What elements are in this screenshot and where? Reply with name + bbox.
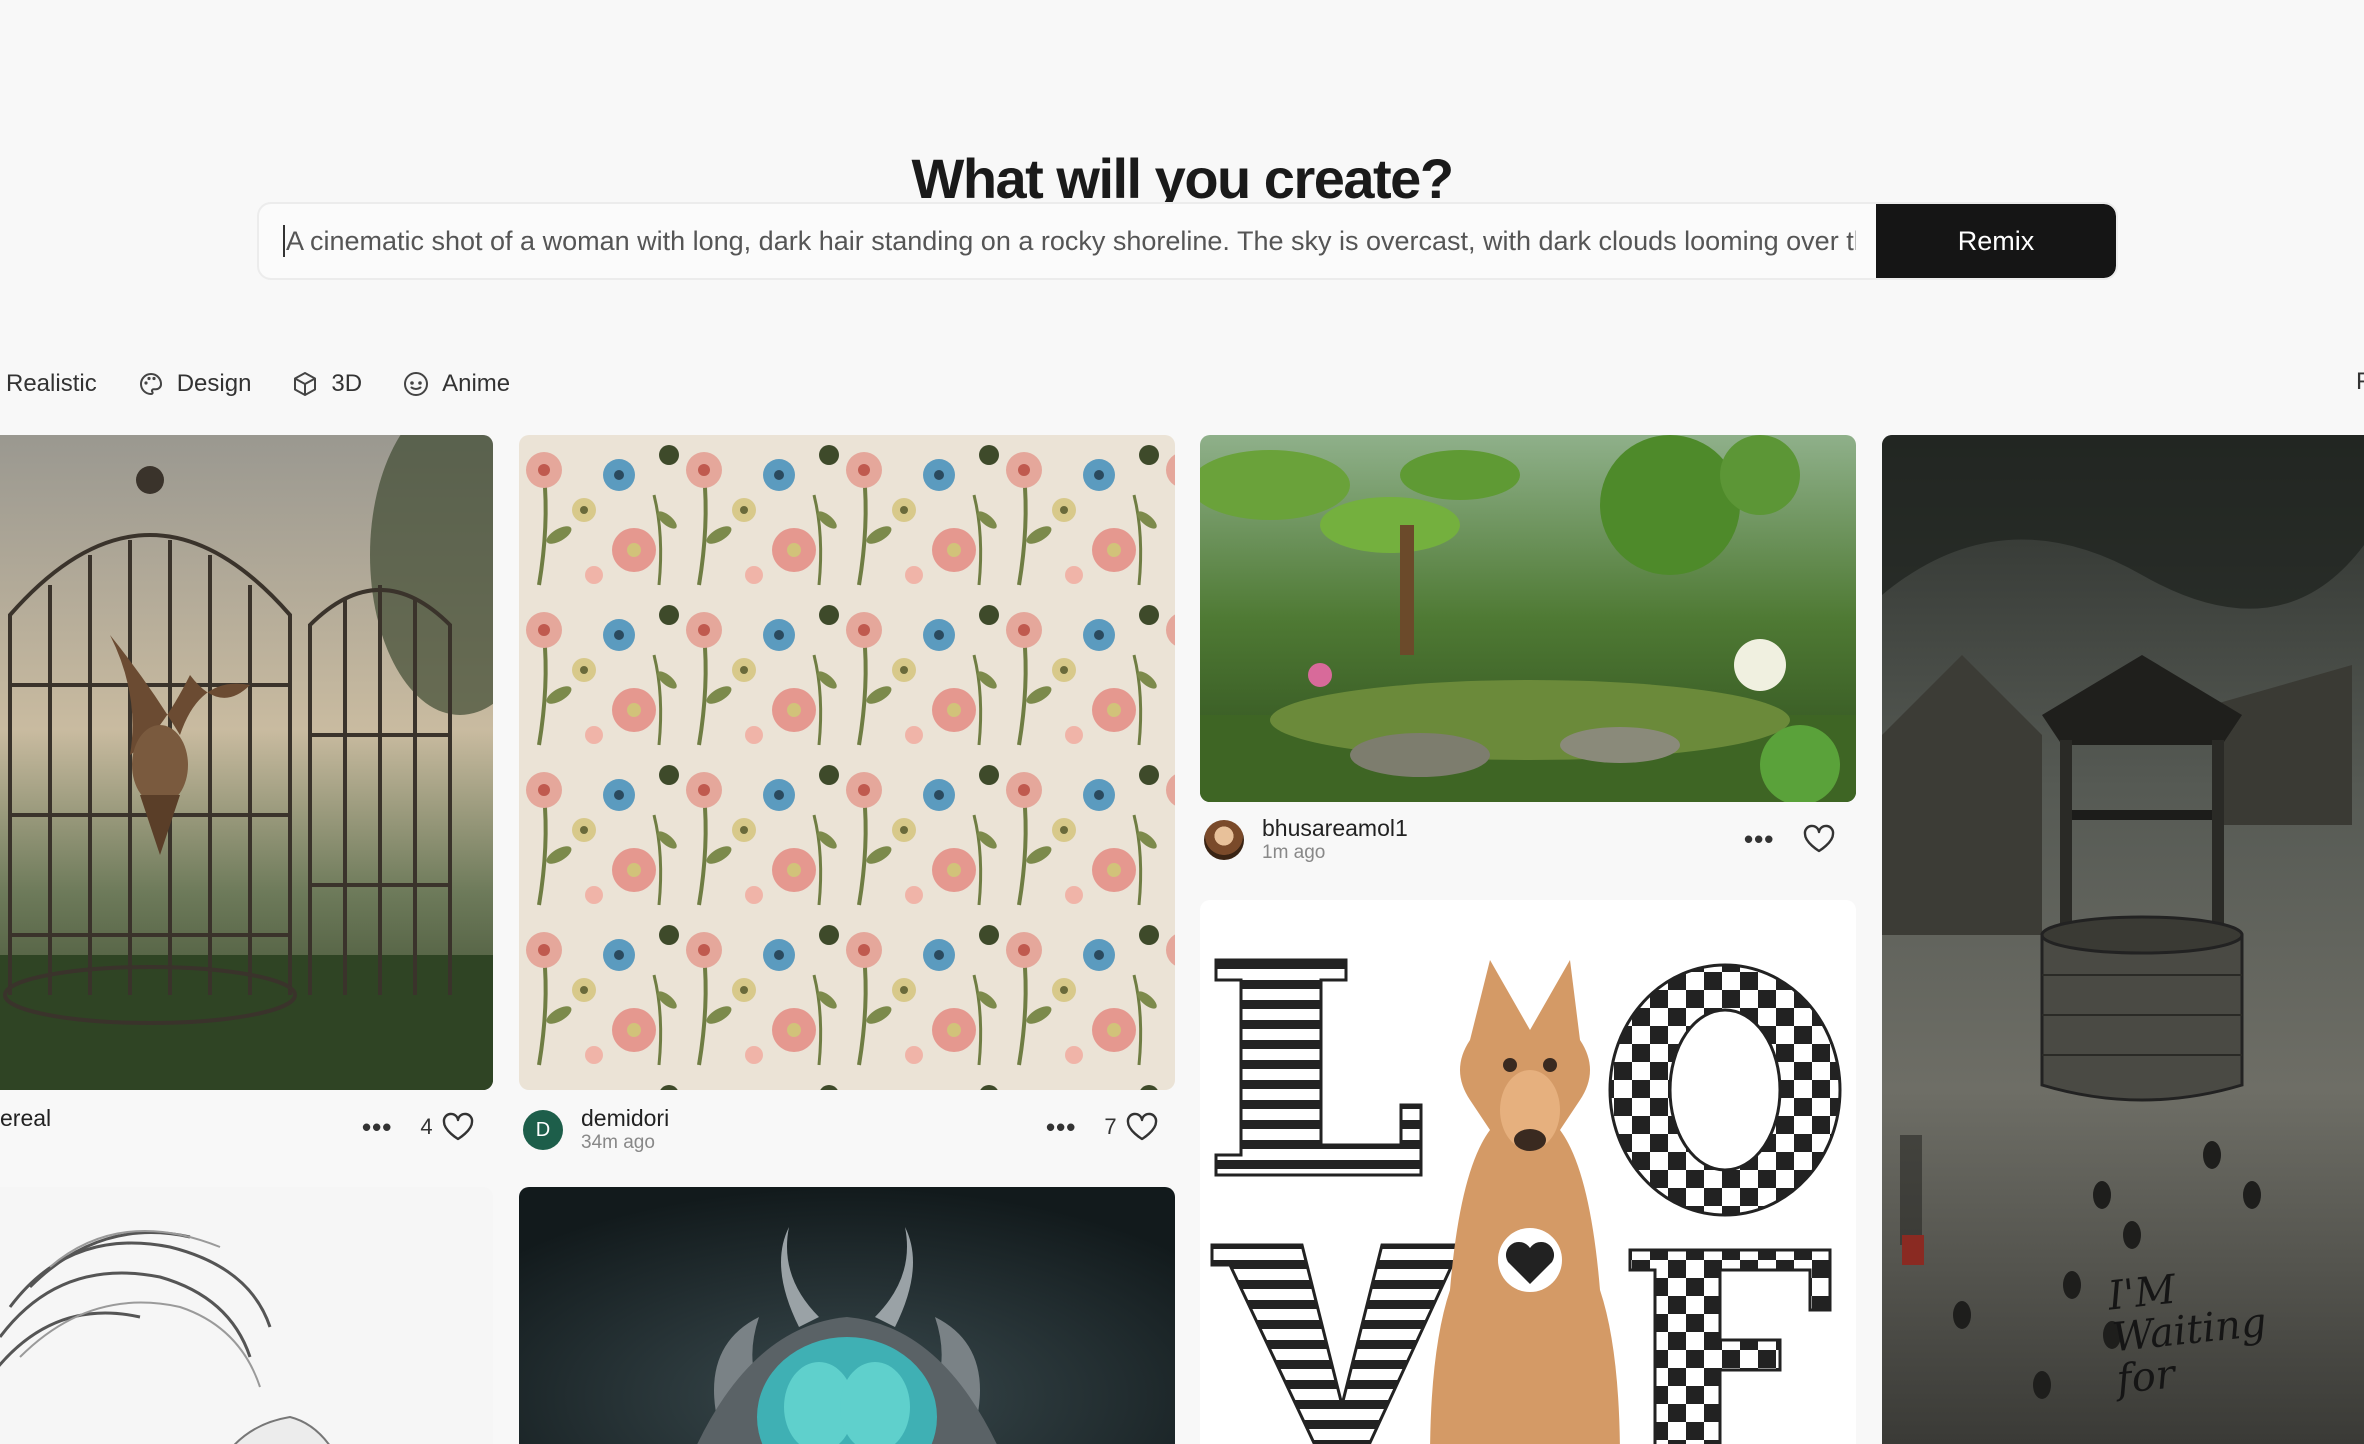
card-meta-floral: D demidori 34m ago <box>523 1102 669 1158</box>
card-actions-jungle: ••• <box>1744 824 1836 854</box>
filter-anime[interactable]: Anime <box>402 370 510 398</box>
text-caret <box>283 225 285 257</box>
avatar[interactable]: D <box>523 1110 563 1150</box>
username[interactable]: demidori <box>581 1105 669 1131</box>
style-filter-row: Realistic Design 3D Anime <box>0 362 550 406</box>
more-options-icon[interactable]: ••• <box>1046 1114 1076 1140</box>
card-meta-birdcage: ereal <box>0 1090 51 1146</box>
birdcage-image <box>0 435 493 1090</box>
prompt-input[interactable]: A cinematic shot of a woman with long, d… <box>259 204 1876 278</box>
filter-label: Design <box>176 370 252 397</box>
image-card-jungle[interactable] <box>1200 435 1856 802</box>
heart-icon[interactable] <box>1125 1112 1159 1142</box>
cube-icon <box>294 372 317 396</box>
timestamp: 1m ago <box>1262 842 1326 864</box>
card-actions-floral: ••• 7 <box>1046 1112 1159 1142</box>
username[interactable]: ereal <box>0 1105 51 1132</box>
heart-icon[interactable] <box>1802 824 1836 854</box>
smile-face-icon <box>404 372 429 396</box>
horned-portrait-image <box>519 1187 1175 1444</box>
image-card-birdcage[interactable] <box>0 435 493 1090</box>
prompt-bar: A cinematic shot of a woman with long, d… <box>257 202 2118 280</box>
filter-realistic[interactable]: Realistic <box>6 370 97 398</box>
more-options-icon[interactable]: ••• <box>1744 826 1774 852</box>
prompt-text: A cinematic shot of a woman with long, d… <box>285 225 1856 256</box>
image-card-floral[interactable] <box>519 435 1175 1090</box>
card-actions-birdcage: ••• 4 <box>362 1112 475 1142</box>
timestamp: 34m ago <box>581 1132 655 1154</box>
image-card-sketch[interactable] <box>0 1187 493 1444</box>
filter-label: 3D <box>331 370 363 397</box>
like-count: 4 <box>420 1114 433 1139</box>
love-dog-image <box>1200 900 1856 1444</box>
heart-icon[interactable] <box>441 1112 475 1142</box>
filter-design[interactable]: Design <box>137 370 252 398</box>
image-card-well[interactable]: I'M Waiting for <box>1882 435 2364 1444</box>
filter-label: Anime <box>442 370 511 397</box>
filter-label: Realistic <box>6 370 97 397</box>
image-card-horned-portrait[interactable] <box>519 1187 1175 1444</box>
filter-3d[interactable]: 3D <box>291 370 362 398</box>
jungle-image <box>1200 435 1856 802</box>
page: What will you create? A cinematic shot o… <box>0 0 2364 1444</box>
floral-pattern-image <box>519 435 1175 1090</box>
more-options-icon[interactable]: ••• <box>362 1114 392 1140</box>
like-count: 7 <box>1104 1114 1117 1139</box>
pencil-sketch-image <box>0 1187 493 1444</box>
avatar[interactable] <box>1204 820 1244 860</box>
palette-icon <box>139 372 162 396</box>
remix-button[interactable]: Remix <box>1876 204 2116 278</box>
page-title: What will you create? <box>911 146 1454 210</box>
image-card-love-dog[interactable] <box>1200 900 1856 1444</box>
card-meta-jungle: bhusareamol1 1m ago <box>1204 812 1408 868</box>
filter-partial[interactable]: F <box>2356 368 2364 396</box>
username[interactable]: bhusareamol1 <box>1262 815 1408 841</box>
well-caption: I'M Waiting for <box>2105 1266 2269 1404</box>
